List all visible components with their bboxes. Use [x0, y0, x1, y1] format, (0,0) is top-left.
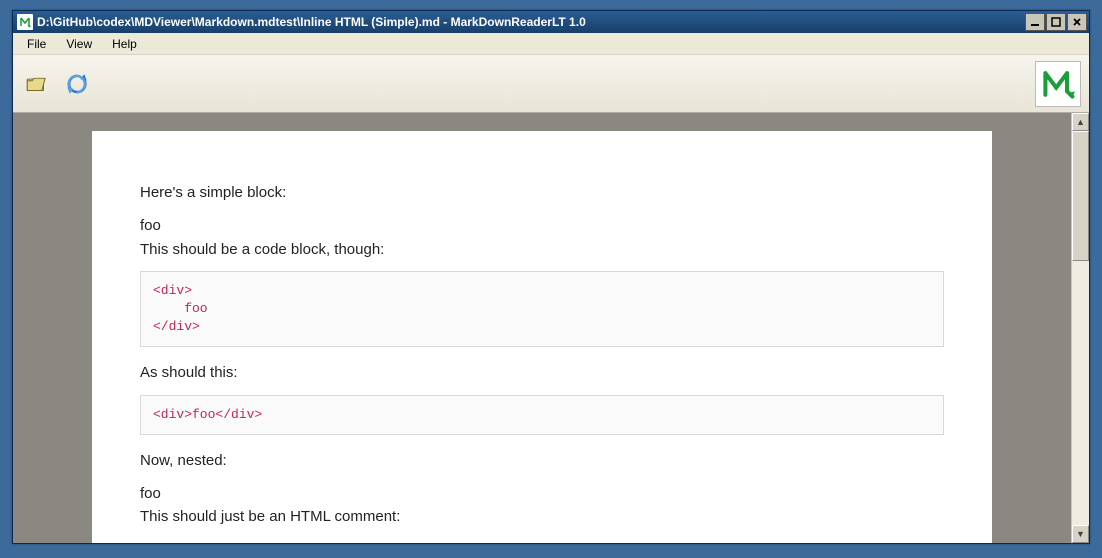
window-controls: [1025, 13, 1089, 31]
menu-view[interactable]: View: [56, 35, 102, 53]
minimize-button[interactable]: [1025, 13, 1045, 31]
vertical-scrollbar[interactable]: ▲ ▼: [1071, 113, 1089, 543]
document-viewport[interactable]: Here's a simple block: foo This should b…: [13, 113, 1071, 543]
close-button[interactable]: [1067, 13, 1087, 31]
open-file-button[interactable]: [19, 66, 55, 102]
doc-text: This should be a code block, though:: [140, 238, 944, 261]
doc-text: foo: [140, 482, 944, 505]
scroll-up-button[interactable]: ▲: [1072, 113, 1089, 131]
maximize-button[interactable]: [1046, 13, 1066, 31]
doc-text: As should this:: [140, 361, 944, 384]
window-title: D:\GitHub\codex\MDViewer\Markdown.mdtest…: [37, 15, 1025, 29]
doc-text: This should just be an HTML comment:: [140, 505, 944, 528]
app-logo: [1035, 61, 1081, 107]
doc-text: Multiline:: [140, 539, 944, 544]
code-block: <div>foo</div>: [140, 395, 944, 435]
scroll-thumb[interactable]: [1072, 131, 1089, 261]
scroll-down-button[interactable]: ▼: [1072, 525, 1089, 543]
menubar: File View Help: [13, 33, 1089, 55]
menu-help[interactable]: Help: [102, 35, 147, 53]
app-icon: [17, 14, 33, 30]
doc-text: Now, nested:: [140, 449, 944, 472]
code-block: <div> foo </div>: [140, 271, 944, 348]
menu-file[interactable]: File: [17, 35, 56, 53]
app-window: D:\GitHub\codex\MDViewer\Markdown.mdtest…: [12, 10, 1090, 544]
scroll-track[interactable]: [1072, 131, 1089, 525]
titlebar[interactable]: D:\GitHub\codex\MDViewer\Markdown.mdtest…: [13, 11, 1089, 33]
toolbar: [13, 55, 1089, 113]
markdown-document: Here's a simple block: foo This should b…: [92, 131, 992, 543]
doc-text: Here's a simple block:: [140, 181, 944, 204]
doc-text: foo: [140, 214, 944, 237]
refresh-button[interactable]: [59, 66, 95, 102]
client-area: Here's a simple block: foo This should b…: [13, 113, 1089, 543]
